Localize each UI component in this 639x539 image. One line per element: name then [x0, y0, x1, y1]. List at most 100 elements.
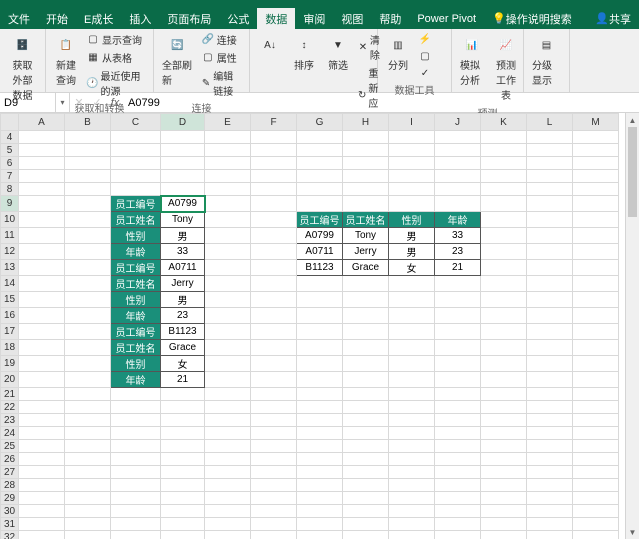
cell-E29[interactable]	[205, 492, 251, 505]
cell-I10[interactable]: 性别	[389, 212, 435, 228]
what-if-button[interactable]: 📊模拟分析	[456, 31, 488, 89]
cell-F14[interactable]	[251, 276, 297, 292]
cell-L11[interactable]	[527, 228, 573, 244]
row-header-30[interactable]: 30	[1, 505, 19, 518]
cell-B10[interactable]	[65, 212, 111, 228]
cell-L29[interactable]	[527, 492, 573, 505]
cell-I27[interactable]	[389, 466, 435, 479]
cell-C12[interactable]: 年龄	[111, 244, 161, 260]
cell-B5[interactable]	[65, 144, 111, 157]
cell-D16[interactable]: 23	[161, 308, 205, 324]
cell-H10[interactable]: 员工姓名	[343, 212, 389, 228]
menu-tab-1[interactable]: 开始	[38, 8, 76, 29]
cell-A20[interactable]	[19, 372, 65, 388]
cell-L31[interactable]	[527, 518, 573, 531]
cell-C9[interactable]: 员工编号	[111, 196, 161, 212]
cell-H7[interactable]	[343, 170, 389, 183]
cell-H27[interactable]	[343, 466, 389, 479]
cell-J4[interactable]	[435, 131, 481, 144]
cell-C22[interactable]	[111, 401, 161, 414]
row-header-7[interactable]: 7	[1, 170, 19, 183]
row-header-20[interactable]: 20	[1, 372, 19, 388]
cell-A24[interactable]	[19, 427, 65, 440]
col-header-E[interactable]: E	[205, 114, 251, 131]
cell-G8[interactable]	[297, 183, 343, 196]
cell-J23[interactable]	[435, 414, 481, 427]
cell-I26[interactable]	[389, 453, 435, 466]
cell-B21[interactable]	[65, 388, 111, 401]
cell-I22[interactable]	[389, 401, 435, 414]
cell-K5[interactable]	[481, 144, 527, 157]
cell-E15[interactable]	[205, 292, 251, 308]
cell-B28[interactable]	[65, 479, 111, 492]
cell-A22[interactable]	[19, 401, 65, 414]
cell-F22[interactable]	[251, 401, 297, 414]
cell-E10[interactable]	[205, 212, 251, 228]
cell-C10[interactable]: 员工姓名	[111, 212, 161, 228]
cell-F12[interactable]	[251, 244, 297, 260]
filter-button[interactable]: ▼筛选	[322, 31, 354, 74]
cell-E17[interactable]	[205, 324, 251, 340]
col-header-I[interactable]: I	[389, 114, 435, 131]
from-table-button[interactable]: ▦从表格	[84, 49, 149, 66]
tell-me-search[interactable]: 💡 操作说明搜索	[484, 8, 580, 29]
cell-C20[interactable]: 年龄	[111, 372, 161, 388]
forecast-sheet-button[interactable]: 📈预测 工作表	[490, 31, 522, 104]
col-header-D[interactable]: D	[161, 114, 205, 131]
cell-L8[interactable]	[527, 183, 573, 196]
cell-A10[interactable]	[19, 212, 65, 228]
cell-C11[interactable]: 性别	[111, 228, 161, 244]
cell-C23[interactable]	[111, 414, 161, 427]
cell-E4[interactable]	[205, 131, 251, 144]
cell-J18[interactable]	[435, 340, 481, 356]
cell-F16[interactable]	[251, 308, 297, 324]
cell-L22[interactable]	[527, 401, 573, 414]
cell-G25[interactable]	[297, 440, 343, 453]
cell-C26[interactable]	[111, 453, 161, 466]
cell-C19[interactable]: 性别	[111, 356, 161, 372]
cell-K18[interactable]	[481, 340, 527, 356]
cell-K30[interactable]	[481, 505, 527, 518]
row-header-13[interactable]: 13	[1, 260, 19, 276]
row-header-29[interactable]: 29	[1, 492, 19, 505]
row-header-23[interactable]: 23	[1, 414, 19, 427]
formula-input[interactable]: A0799	[124, 97, 639, 109]
cell-K16[interactable]	[481, 308, 527, 324]
cell-A28[interactable]	[19, 479, 65, 492]
cell-A25[interactable]	[19, 440, 65, 453]
cell-K15[interactable]	[481, 292, 527, 308]
cell-E23[interactable]	[205, 414, 251, 427]
cell-C14[interactable]: 员工姓名	[111, 276, 161, 292]
cell-I8[interactable]	[389, 183, 435, 196]
cell-D14[interactable]: Jerry	[161, 276, 205, 292]
cell-I17[interactable]	[389, 324, 435, 340]
cell-M5[interactable]	[573, 144, 619, 157]
row-header-18[interactable]: 18	[1, 340, 19, 356]
cell-M30[interactable]	[573, 505, 619, 518]
cell-J6[interactable]	[435, 157, 481, 170]
cell-I21[interactable]	[389, 388, 435, 401]
cell-E26[interactable]	[205, 453, 251, 466]
cell-H8[interactable]	[343, 183, 389, 196]
cell-G18[interactable]	[297, 340, 343, 356]
cell-G31[interactable]	[297, 518, 343, 531]
cell-K13[interactable]	[481, 260, 527, 276]
scroll-down-button[interactable]: ▼	[626, 525, 639, 539]
cell-F25[interactable]	[251, 440, 297, 453]
cell-K28[interactable]	[481, 479, 527, 492]
cell-F17[interactable]	[251, 324, 297, 340]
cell-D13[interactable]: A0711	[161, 260, 205, 276]
cell-L18[interactable]	[527, 340, 573, 356]
row-header-16[interactable]: 16	[1, 308, 19, 324]
cell-D9[interactable]: A0799	[161, 196, 205, 212]
cell-M9[interactable]	[573, 196, 619, 212]
cell-D12[interactable]: 33	[161, 244, 205, 260]
cell-H29[interactable]	[343, 492, 389, 505]
cell-I7[interactable]	[389, 170, 435, 183]
cell-J10[interactable]: 年龄	[435, 212, 481, 228]
cell-I24[interactable]	[389, 427, 435, 440]
fx-button[interactable]: fx	[106, 97, 124, 109]
cell-D25[interactable]	[161, 440, 205, 453]
menu-tab-8[interactable]: 视图	[333, 8, 371, 29]
cell-G9[interactable]	[297, 196, 343, 212]
